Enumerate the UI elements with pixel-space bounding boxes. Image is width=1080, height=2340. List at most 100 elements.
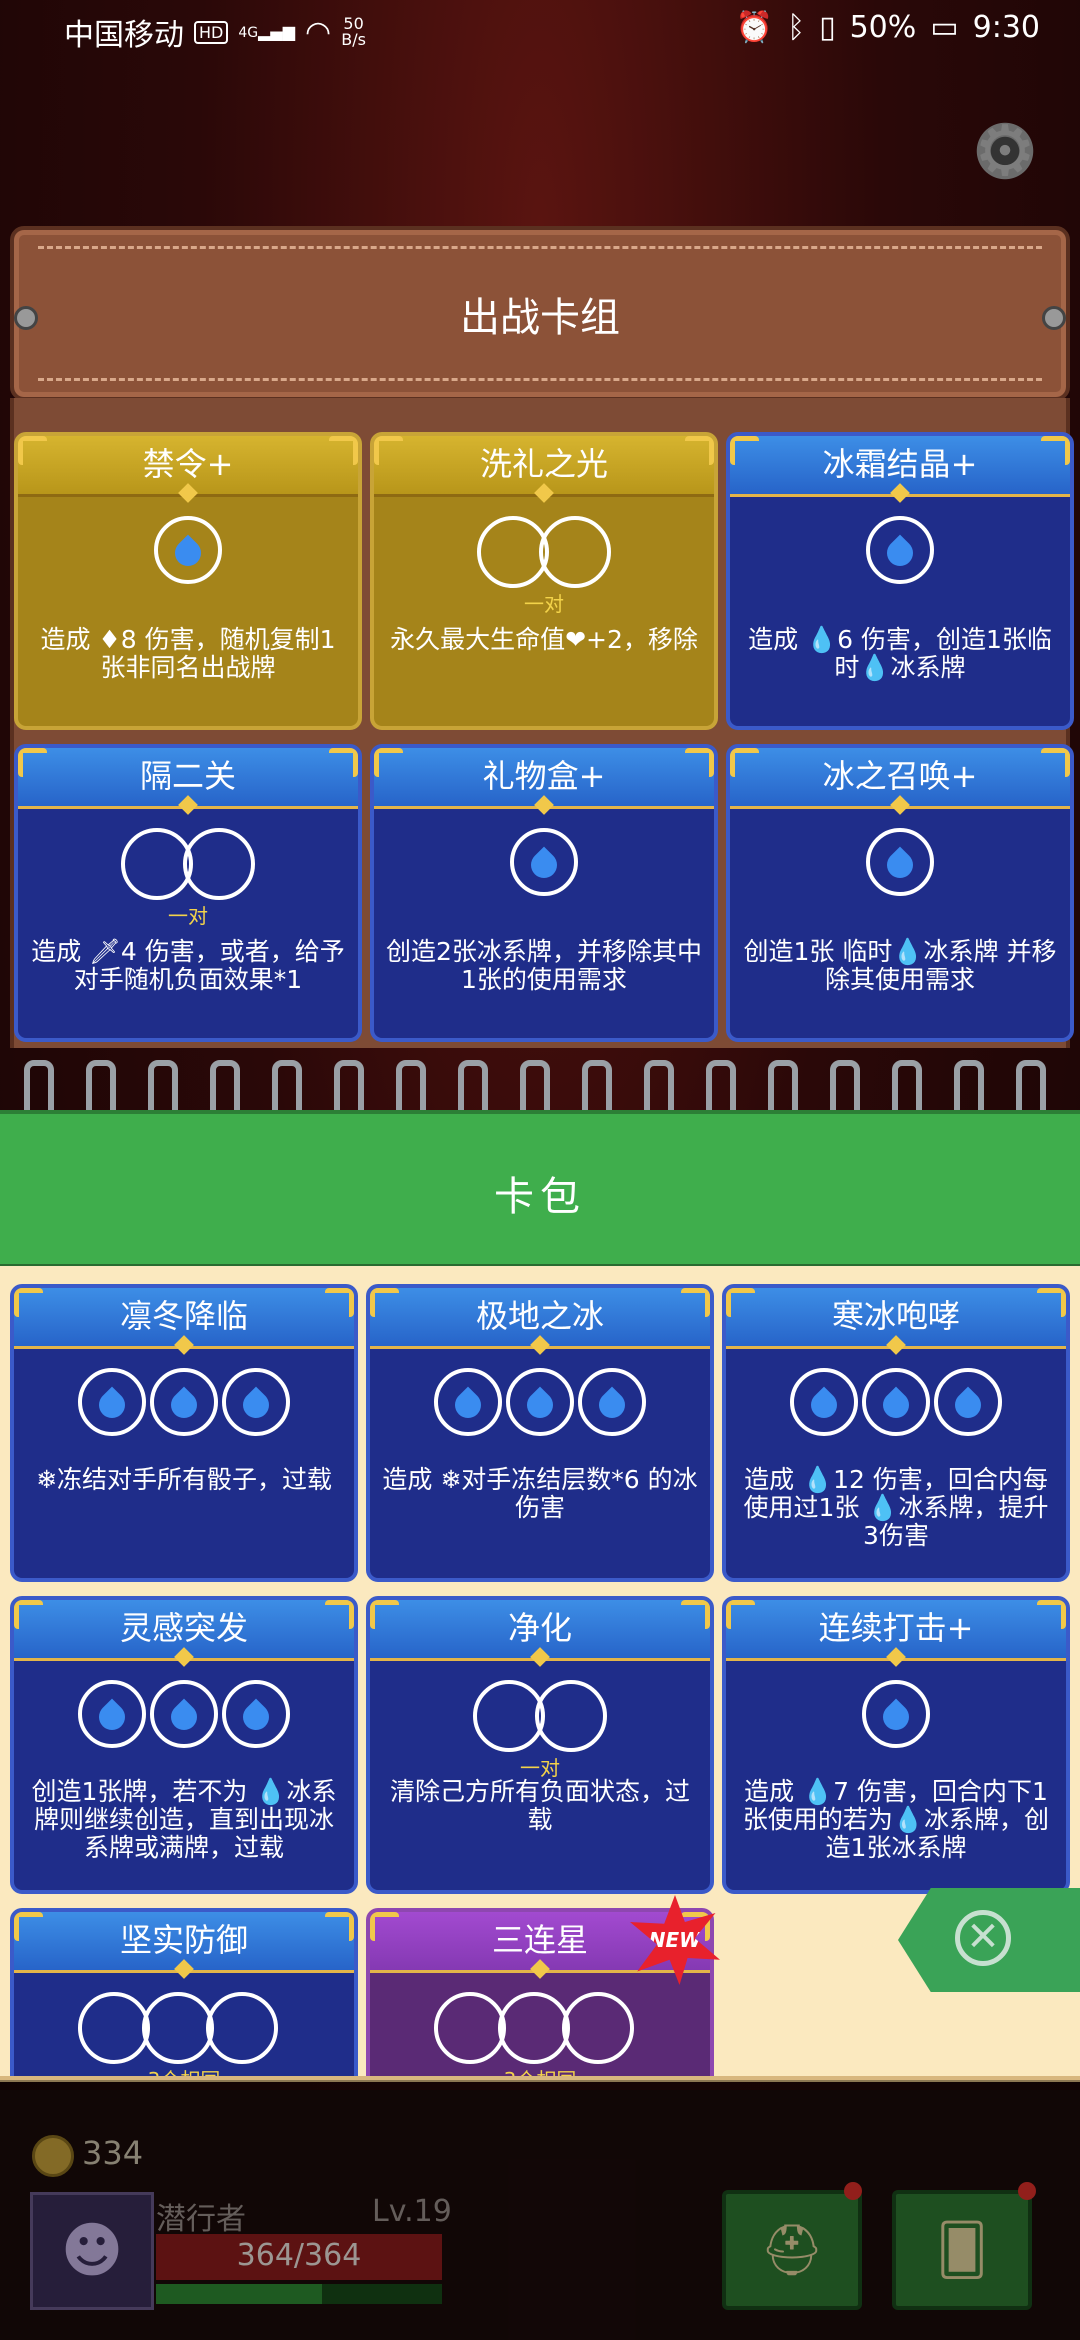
card-description: 造成 ♦8 伤害，随机复制1张非同名出战牌: [40, 625, 336, 682]
dice-requirement: [18, 516, 358, 596]
signal-icon: 4G▂▄▆: [238, 21, 296, 41]
drop-glyph: [949, 1386, 987, 1424]
dice-slot-icon: [183, 828, 255, 900]
card-5[interactable]: 连续打击+ 造成 💧7 伤害，回合内下1张使用的若为💧冰系牌，创造1张冰系牌: [722, 1596, 1070, 1894]
dice-slot-icon: [142, 1992, 214, 2064]
water-drop-icon: [434, 1368, 502, 1436]
card-description: 造成 💧6 伤害，创造1张临时💧冰系牌: [748, 625, 1052, 682]
dice-requirement: [730, 828, 1070, 908]
wifi-icon: ◠: [305, 14, 332, 50]
card-2[interactable]: 冰霜结晶+ 造成 💧6 伤害，创造1张临时💧冰系牌: [726, 432, 1074, 730]
drop-glyph: [237, 1698, 275, 1736]
card-5[interactable]: 冰之召唤+ 创造1张 临时💧冰系牌 并移除其使用需求: [726, 744, 1074, 1042]
drop-glyph: [521, 1386, 559, 1424]
drop-glyph: [881, 846, 919, 884]
hud-dim-overlay: [0, 2080, 1080, 2340]
water-drop-icon: [934, 1368, 1002, 1436]
card-4[interactable]: 礼物盒+ 创造2张冰系牌，并移除其中1张的使用需求: [370, 744, 718, 1042]
hd-icon: HD: [194, 20, 229, 44]
card-description: 创造2张冰系牌，并移除其中1张的使用需求: [386, 937, 702, 994]
pack-title: 卡包: [494, 1174, 586, 1220]
card-description: 造成 🗡4 伤害，或者，给予对手随机负面效果*1: [31, 937, 345, 994]
card-corner-ornament: [329, 436, 358, 465]
water-drop-icon: [506, 1368, 574, 1436]
water-drop-icon: [222, 1680, 290, 1748]
card-2[interactable]: 寒冰咆哮 造成 💧12 伤害，回合内每使用过1张 💧冰系牌，提升3伤害: [722, 1284, 1070, 1582]
stitch-top: [38, 246, 1042, 249]
card-description: 创造1张 临时💧冰系牌 并移除其使用需求: [743, 937, 1057, 994]
dice-caption: 一对: [168, 904, 208, 928]
alarm-icon: ⏰: [735, 10, 774, 45]
dice-requirement: [370, 1680, 710, 1760]
card-corner-ornament: [726, 1600, 755, 1629]
drop-glyph: [93, 1386, 131, 1424]
net-type: 4G: [238, 24, 259, 41]
card-corner-ornament: [730, 436, 759, 465]
close-icon[interactable]: ✕: [955, 1910, 1011, 1966]
card-corner-ornament: [726, 1288, 755, 1317]
water-drop-icon: [862, 1680, 930, 1748]
drop-glyph: [237, 1386, 275, 1424]
card-3[interactable]: 灵感突发 创造1张牌，若不为 💧冰系牌则继续创造，直到出现冰系牌或满牌，过载: [10, 1596, 358, 1894]
card-4[interactable]: 净化 一对 清除己方所有负面状态，过载: [366, 1596, 714, 1894]
water-drop-icon: [78, 1368, 146, 1436]
card-corner-ornament: [1037, 1288, 1066, 1317]
dice-slot-icon: [434, 1992, 506, 2064]
pack-header: 卡包: [0, 1110, 1080, 1270]
dice-requirement: [18, 828, 358, 908]
card-0[interactable]: 凛冬降临 ❄冻结对手所有骰子，过载: [10, 1284, 358, 1582]
net-speed: 50 B/s: [341, 16, 366, 48]
card-description: 永久最大生命值❤+2，移除: [390, 625, 698, 654]
dice-slot-icon: [535, 1680, 607, 1752]
dice-requirement: [730, 516, 1070, 596]
card-1[interactable]: 洗礼之光 一对 永久最大生命值❤+2，移除: [370, 432, 718, 730]
water-drop-icon: [150, 1368, 218, 1436]
card-corner-ornament: [370, 1600, 399, 1629]
drop-glyph: [525, 846, 563, 884]
dice-slot-icon: [206, 1992, 278, 2064]
dice-slot-icon: [498, 1992, 570, 2064]
water-drop-icon: [510, 828, 578, 896]
card-corner-ornament: [325, 1600, 354, 1629]
card-6[interactable]: 坚实防御 3个相同: [10, 1908, 358, 2076]
card-corner-ornament: [370, 1288, 399, 1317]
gear-icon[interactable]: ⚙: [972, 116, 1038, 186]
battery-icon: ▭: [930, 10, 959, 45]
net-speed-unit: B/s: [341, 30, 366, 49]
water-drop-icon: [866, 516, 934, 584]
drop-glyph: [877, 1386, 915, 1424]
card-corner-ornament: [374, 748, 403, 777]
water-drop-icon: [866, 828, 934, 896]
card-corner-ornament: [681, 1600, 710, 1629]
card-description: ❄冻结对手所有骰子，过载: [36, 1465, 332, 1494]
drop-glyph: [805, 1386, 843, 1424]
card-corner-ornament: [18, 748, 47, 777]
water-drop-icon: [578, 1368, 646, 1436]
deck-header: 出战卡组: [10, 226, 1070, 401]
card-corner-ornament: [325, 1288, 354, 1317]
water-drop-icon: [150, 1680, 218, 1748]
card-corner-ornament: [370, 1912, 399, 1941]
card-0[interactable]: 禁令+ 造成 ♦8 伤害，随机复制1张非同名出战牌: [14, 432, 362, 730]
card-description: 造成 💧12 伤害，回合内每使用过1张 💧冰系牌，提升3伤害: [743, 1465, 1049, 1550]
card-1[interactable]: 极地之冰 造成 ❄对手冻结层数*6 的冰伤害: [366, 1284, 714, 1582]
drop-glyph: [169, 534, 207, 572]
battery-percent: 50%: [849, 10, 917, 45]
bluetooth-icon: ᛒ: [787, 10, 806, 45]
drop-glyph: [877, 1698, 915, 1736]
card-corner-ornament: [14, 1288, 43, 1317]
water-drop-icon: [154, 516, 222, 584]
deck-card-area: 禁令+ 造成 ♦8 伤害，随机复制1张非同名出战牌 洗礼之光 一对 永久最大生命值❤+2…: [10, 398, 1074, 1048]
dice-slot-icon: [562, 1992, 634, 2064]
card-description: 清除己方所有负面状态，过载: [389, 1777, 690, 1834]
card-corner-ornament: [685, 436, 714, 465]
dice-requirement: [370, 1992, 710, 2072]
carrier-label: 中国移动: [64, 18, 184, 53]
card-description: 造成 💧7 伤害，回合内下1张使用的若为💧冰系牌，创造1张冰系牌: [742, 1777, 1050, 1862]
card-corner-ornament: [325, 1912, 354, 1941]
dice-requirement: [14, 1992, 354, 2072]
card-3[interactable]: 隔二关 一对 造成 🗡4 伤害，或者，给予对手随机负面效果*1: [14, 744, 362, 1042]
dice-slot-icon: [539, 516, 611, 588]
card-description: 创造1张牌，若不为 💧冰系牌则继续创造，直到出现冰系牌或满牌，过载: [31, 1777, 337, 1862]
drop-glyph: [881, 534, 919, 572]
